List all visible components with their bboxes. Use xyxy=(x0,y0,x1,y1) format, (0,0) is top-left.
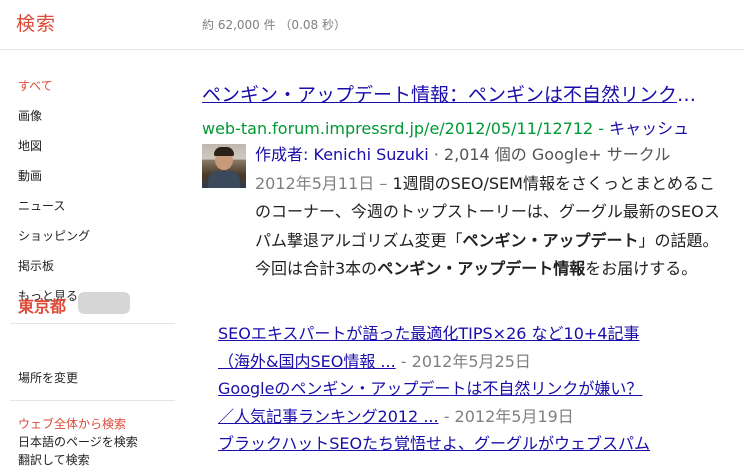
top-bar: 検索 約 62,000 件 （0.08 秒） xyxy=(0,0,744,50)
sub-result-line: ブラックハットSEOたち覚悟せよ、グーグルがウェブスパム xyxy=(218,430,650,454)
sidebar-divider xyxy=(10,400,175,401)
sub-result-link[interactable]: ブラックハットSEOたち覚悟せよ、グーグルがウェブスパム xyxy=(218,434,650,453)
sub-result-line: （海外&国内SEO情報 ... - 2012年5月25日 xyxy=(218,348,531,372)
sub-result-link[interactable]: Googleのペンギン・アップデートは不自然リンクが嫌い？ xyxy=(218,379,642,398)
search-japanese-pages-link[interactable]: 日本語のページを検索 xyxy=(18,433,138,450)
sub-result-link[interactable]: （海外&国内SEO情報 ... xyxy=(218,352,396,371)
author-label[interactable]: 作成者: xyxy=(255,145,308,164)
result-snippet: 作成者: Kenichi Suzuki · 2,014 個の Google+ サ… xyxy=(255,141,725,284)
result-url: web-tan.forum.impressrd.jp/e/2012/05/11/… xyxy=(202,115,689,139)
author-photo[interactable] xyxy=(202,144,246,188)
translated-search-link[interactable]: 翻訳して検索 xyxy=(18,451,90,468)
author-photo-shirt xyxy=(208,171,240,188)
nav-item-images[interactable]: 画像 xyxy=(18,107,42,124)
sidebar-divider xyxy=(10,323,175,324)
nav-item-news[interactable]: ニュース xyxy=(18,197,65,214)
nav-item-videos[interactable]: 動画 xyxy=(18,167,42,184)
change-location-link[interactable]: 場所を変更 xyxy=(18,369,78,386)
left-sidebar: すべて 画像 地図 動画 ニュース ショッピング 掲示板 もっと見る xyxy=(0,49,190,464)
sub-result-date: - 2012年5月25日 xyxy=(400,352,531,371)
circles-count: · 2,014 個の Google+ サークル xyxy=(433,145,671,164)
nav-item-maps[interactable]: 地図 xyxy=(18,137,42,154)
cache-link[interactable]: キャッシュ xyxy=(609,119,689,138)
nav-item-discussions[interactable]: 掲示板 xyxy=(18,257,54,274)
author-name-link[interactable]: Kenichi Suzuki xyxy=(314,145,429,164)
nav-item-shopping[interactable]: ショッピング xyxy=(18,227,90,244)
author-photo-hair xyxy=(214,147,234,156)
snippet-bold-2: ペンギン・アップデート情報 xyxy=(377,259,586,278)
snippet-bold-1: ペンギン・アップデート xyxy=(462,230,639,250)
result-date: 2012年5月11日 – xyxy=(255,173,388,193)
result-url-text: web-tan.forum.impressrd.jp/e/2012/05/11/… xyxy=(202,119,594,138)
search-scope-heading[interactable]: ウェブ全体から検索 xyxy=(18,415,126,432)
sub-result-line: Googleのペンギン・アップデートは不自然リンクが嫌い？ xyxy=(218,375,642,399)
sub-result-line: ／人気記事ランキング2012 ... - 2012年5月19日 xyxy=(218,403,574,427)
result-title-link[interactable]: ペンギン・アップデート情報：ペンギンは不自然リンクが嫌い？ xyxy=(202,80,712,107)
result-stats: 約 62,000 件 （0.08 秒） xyxy=(202,18,346,32)
page-title: 検索 xyxy=(16,13,57,35)
sub-result-line: SEOエキスパートが語った最適化TIPS×26 など10+4記事 xyxy=(218,320,639,344)
sub-result-link[interactable]: SEOエキスパートが語った最適化TIPS×26 など10+4記事 xyxy=(218,324,639,343)
sub-result-date: - 2012年5月19日 xyxy=(443,407,574,426)
location-redaction xyxy=(78,292,130,314)
url-separator: - xyxy=(598,119,610,138)
sub-result-link[interactable]: ／人気記事ランキング2012 ... xyxy=(218,407,439,426)
nav-item-all[interactable]: すべて xyxy=(18,77,53,94)
location-name: 東京都 xyxy=(18,297,67,316)
snippet-text-3: をお届けする。 xyxy=(585,259,698,278)
